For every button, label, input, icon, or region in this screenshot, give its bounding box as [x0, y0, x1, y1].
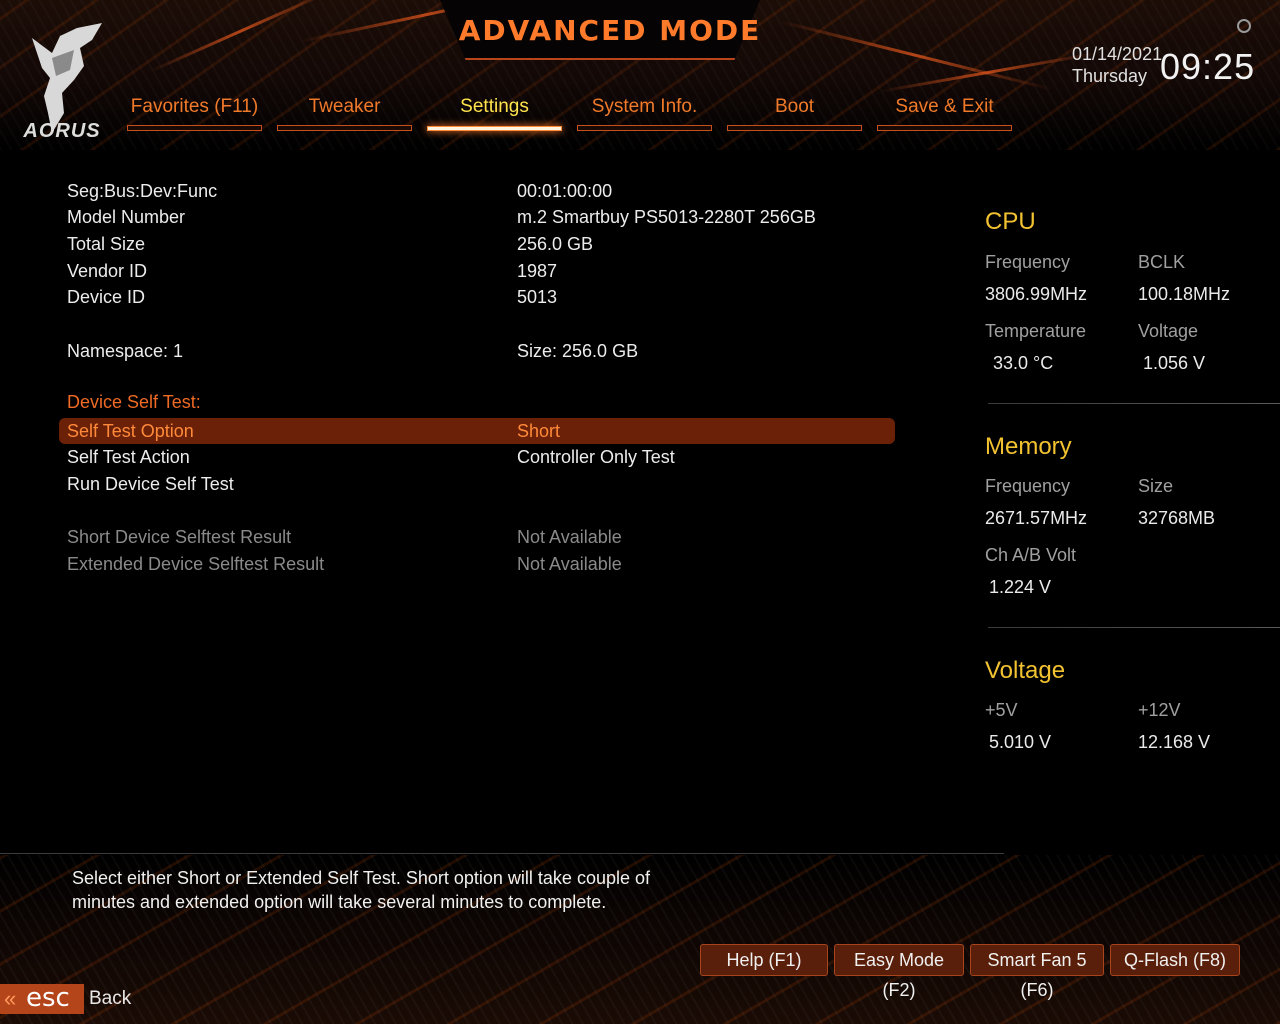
info-label: Seg:Bus:Dev:Func	[67, 181, 218, 201]
setting-label: Self Test Action	[67, 447, 190, 467]
voltage-5v-label: +5V	[985, 700, 1018, 720]
help-divider	[0, 853, 1004, 854]
tab-label: Favorites (F11)	[130, 96, 259, 117]
voltage-12v-value: 12.168 V	[1138, 732, 1211, 752]
result-label: Short Device Selftest Result	[67, 527, 292, 547]
info-label: Device ID	[67, 287, 146, 307]
tab-underline	[127, 125, 262, 131]
sidebar-divider	[988, 627, 1280, 628]
tab-label: Tweaker	[308, 96, 381, 117]
memory-section-title: Memory	[985, 433, 1072, 460]
setting-label[interactable]: Run Device Self Test	[67, 471, 234, 498]
smart-fan-button[interactable]: Smart Fan 5 (F6)	[970, 944, 1104, 1000]
info-value: m.2 Smartbuy PS5013-2280T 256GB	[517, 207, 816, 227]
easy-mode-button[interactable]: Easy Mode (F2)	[834, 944, 964, 1000]
page-title: ADVANCED MODE	[458, 14, 762, 47]
tab-settings[interactable]: Settings	[427, 95, 562, 131]
tab-system-info[interactable]: System Info.	[577, 95, 712, 131]
info-value: 1987	[517, 261, 558, 281]
info-value: 00:01:00:00	[517, 181, 613, 201]
cpu-bclk-label: BCLK	[1138, 252, 1186, 272]
tab-underline	[427, 126, 562, 131]
result-label: Extended Device Selftest Result	[67, 554, 325, 574]
setting-value[interactable]: Short	[517, 418, 560, 445]
cpu-frequency-label: Frequency	[985, 252, 1071, 272]
tab-underline	[277, 125, 412, 131]
voltage-5v-value: 5.010 V	[989, 732, 1052, 752]
self-test-heading: Device Self Test:	[67, 392, 201, 412]
date-display: 01/14/2021 Thursday	[1072, 43, 1162, 87]
cpu-temperature-value: 33.0 °C	[993, 353, 1054, 373]
double-chevron-left-icon: «	[4, 986, 17, 1011]
setting-label: Self Test Option	[67, 421, 194, 441]
voltage-section-title: Voltage	[985, 657, 1066, 684]
tab-underline	[577, 125, 712, 131]
info-label: Model Number	[67, 207, 186, 227]
voltage-12v-label: +12V	[1138, 700, 1181, 720]
info-value: Size: 256.0 GB	[517, 341, 639, 361]
info-label: Namespace: 1	[67, 341, 184, 361]
result-value: Not Available	[517, 527, 622, 547]
esc-label[interactable]: esc	[26, 983, 70, 1013]
cpu-voltage-label: Voltage	[1138, 321, 1199, 341]
time-display: 09:25	[1160, 46, 1256, 87]
cpu-bclk-value: 100.18MHz	[1138, 284, 1231, 304]
help-button[interactable]: Help (F1)	[700, 944, 828, 976]
memory-size-value: 32768MB	[1138, 508, 1216, 528]
day-text: Thursday	[1072, 66, 1148, 86]
date-text: 01/14/2021	[1072, 44, 1163, 64]
help-description: Select either Short or Extended Self Tes…	[72, 868, 650, 912]
memory-frequency-label: Frequency	[985, 476, 1071, 496]
tab-save-exit[interactable]: Save & Exit	[877, 95, 1012, 131]
memory-ab-volt-label: Ch A/B Volt	[985, 545, 1077, 565]
info-value: 5013	[517, 287, 558, 307]
memory-frequency-value: 2671.57MHz	[985, 508, 1088, 528]
gear-icon[interactable]	[1237, 19, 1251, 33]
tab-label: Settings	[460, 96, 529, 117]
info-value: 256.0 GB	[517, 234, 594, 254]
setting-value[interactable]: Controller Only Test	[517, 444, 675, 471]
tab-label: Save & Exit	[895, 96, 994, 117]
cpu-voltage-value: 1.056 V	[1143, 353, 1206, 373]
memory-ab-volt-value: 1.224 V	[989, 577, 1052, 597]
result-value: Not Available	[517, 554, 622, 574]
cpu-temperature-label: Temperature	[985, 321, 1087, 341]
tab-label: System Info.	[591, 96, 698, 117]
cpu-frequency-value: 3806.99MHz	[985, 284, 1088, 304]
memory-size-label: Size	[1138, 476, 1174, 496]
brand-logo-text: AORUS	[23, 120, 101, 142]
cpu-section-title: CPU	[985, 208, 1036, 235]
back-label[interactable]: Back	[89, 988, 131, 1010]
info-label: Vendor ID	[67, 261, 148, 281]
tab-underline	[727, 125, 862, 131]
tab-tweaker[interactable]: Tweaker	[277, 95, 412, 131]
q-flash-button[interactable]: Q-Flash (F8)	[1110, 944, 1240, 976]
tab-label: Boot	[774, 96, 815, 117]
tab-favorites[interactable]: Favorites (F11)	[127, 95, 262, 131]
tab-boot[interactable]: Boot	[727, 95, 862, 131]
tab-underline	[877, 125, 1012, 131]
sidebar-divider	[988, 403, 1280, 404]
info-label: Total Size	[67, 234, 146, 254]
